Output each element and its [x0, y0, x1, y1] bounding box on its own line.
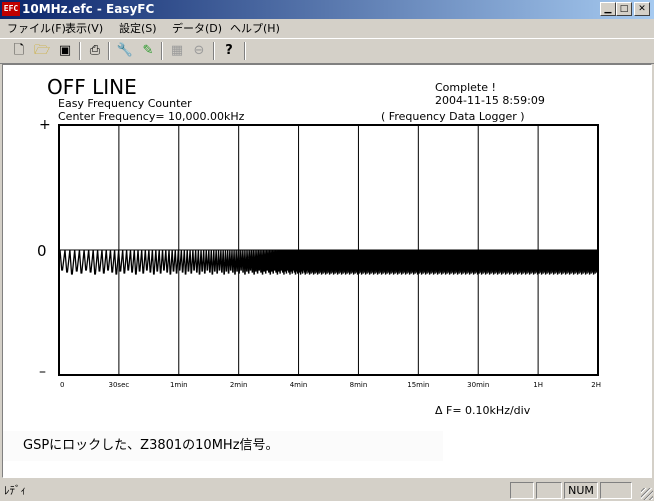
menu-file[interactable]: ファイル(F) [7, 22, 66, 35]
caption-box: GSPにロックした、Z3801の10MHz信号。 [3, 431, 443, 461]
caption-text: GSPにロックした、Z3801の10MHz信号。 [23, 438, 279, 453]
x-tick-label: 2min [230, 381, 248, 389]
delta-f-label: Δ F= 0.10kHz/div [435, 404, 531, 417]
close-icon: ✕ [638, 4, 646, 14]
title-bar: EFC 10MHz.efc - EasyFC ▁ □ ✕ [0, 0, 654, 19]
open-button[interactable]: 🗁 [33, 42, 51, 60]
window-title: 10MHz.efc - EasyFC [22, 2, 155, 16]
edit-button[interactable]: ✎ [139, 42, 157, 60]
new-button[interactable]: 🗋 [10, 42, 28, 60]
grid-icon: ▦ [170, 43, 184, 58]
toolbar-separator [244, 42, 246, 60]
minimize-icon: ▁ [604, 4, 612, 14]
status-ready: ﾚﾃﾞｨ [4, 484, 26, 497]
save-button[interactable]: ▣ [56, 42, 74, 60]
chart-view: OFF LINE Easy Frequency Counter Center F… [2, 64, 652, 478]
x-tick-label: 8min [350, 381, 368, 389]
pen-icon: ✎ [142, 43, 154, 58]
maximize-icon: □ [619, 4, 629, 14]
x-tick-label: 2H [591, 381, 601, 389]
x-tick-label: 1min [170, 381, 188, 389]
toolbar-separator [79, 42, 81, 60]
toolbar-separator [108, 42, 110, 60]
app-icon[interactable]: EFC [2, 2, 20, 16]
minimize-button[interactable]: ▁ [600, 2, 616, 16]
help-icon: ? [225, 43, 233, 58]
x-tick-label: 15min [407, 381, 429, 389]
menu-help[interactable]: ヘルプ(H) [230, 22, 280, 35]
print-icon: ⎙ [89, 43, 101, 58]
save-icon: ▣ [58, 43, 72, 58]
menu-data[interactable]: データ(D) [172, 22, 222, 35]
new-icon: 🗋 [13, 43, 25, 58]
wrench-icon: 🔧 [116, 43, 134, 58]
status-panel [536, 482, 562, 499]
settings-button[interactable]: 🔧 [116, 42, 134, 60]
x-tick-label: 30min [467, 381, 489, 389]
x-tick-label: 1H [533, 381, 543, 389]
menu-view[interactable]: 表示(V) [65, 22, 103, 35]
status-bar: ﾚﾃﾞｨ NUM [0, 480, 654, 501]
toolbar-separator [161, 42, 163, 60]
print-button[interactable]: ⎙ [86, 42, 104, 60]
toolbar: 🗋 🗁 ▣ ⎙ 🔧 ✎ ▦ ⊖ ? [0, 38, 654, 64]
menu-settings[interactable]: 設定(S) [119, 22, 157, 35]
maximize-button[interactable]: □ [616, 2, 632, 16]
status-panel [600, 482, 632, 499]
grid-button[interactable]: ▦ [168, 42, 186, 60]
menu-bar: ファイル(F) 表示(V) 設定(S) データ(D) ヘルプ(H) [0, 19, 654, 38]
stop-button[interactable]: ⊖ [190, 42, 208, 60]
x-tick-label: 30sec [109, 381, 130, 389]
resize-grip[interactable] [641, 488, 653, 500]
close-button[interactable]: ✕ [634, 2, 650, 16]
num-lock-indicator: NUM [564, 482, 598, 499]
status-panel [510, 482, 534, 499]
open-icon: 🗁 [33, 43, 51, 58]
x-tick-label: 4min [290, 381, 308, 389]
x-tick-label: 0 [60, 381, 64, 389]
frequency-plot: 0 30sec 1min 2min 4min 8min 15min 30min 1H 2H [58, 124, 601, 389]
help-button[interactable]: ? [220, 42, 238, 60]
stop-icon: ⊖ [193, 43, 205, 58]
toolbar-separator [213, 42, 215, 60]
